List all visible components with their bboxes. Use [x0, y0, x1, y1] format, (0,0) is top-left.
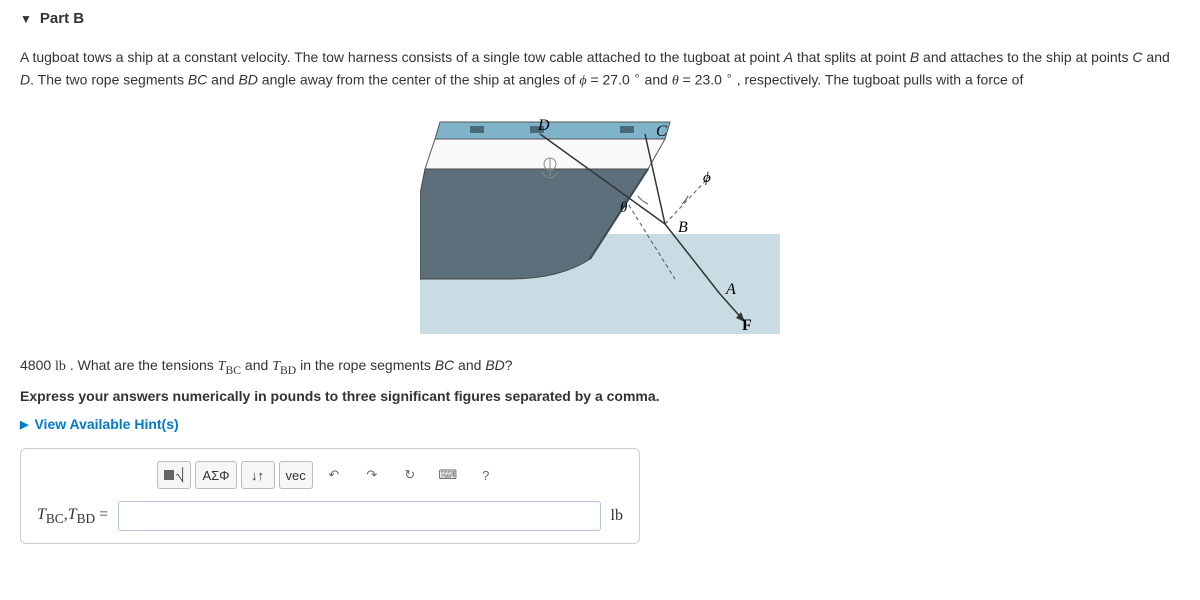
- ship-diagram: D C θ ϕ B A F: [420, 104, 780, 334]
- keyboard-button[interactable]: ⌨: [431, 461, 465, 489]
- diagram-label-a: A: [725, 281, 736, 298]
- templates-button[interactable]: ⎷: [157, 461, 191, 489]
- section-title: Part B: [40, 10, 84, 27]
- diagram-container: D C θ ϕ B A F: [20, 104, 1180, 334]
- diagram-label-phi: ϕ: [703, 170, 711, 186]
- diagram-label-f: F: [742, 317, 752, 334]
- problem-statement: A tugboat tows a ship at a constant velo…: [20, 47, 1180, 92]
- answer-box: ⎷ ΑΣΦ ↓↑ vec ↶ ↷ ↻ ⌨ ? TBC,TBD = lb: [20, 448, 640, 544]
- answer-input[interactable]: [118, 501, 600, 531]
- answer-variable-label: TBC,TBD =: [37, 506, 108, 527]
- diagram-label-c: C: [656, 123, 667, 140]
- reset-button[interactable]: ↻: [393, 461, 427, 489]
- diagram-label-theta: θ: [620, 200, 628, 216]
- view-hints-link[interactable]: ▶ View Available Hint(s): [20, 416, 1180, 432]
- sub-sup-button[interactable]: ↓↑: [241, 461, 275, 489]
- greek-letters-button[interactable]: ΑΣΦ: [195, 461, 236, 489]
- redo-button[interactable]: ↷: [355, 461, 389, 489]
- answer-row: TBC,TBD = lb: [37, 501, 623, 531]
- question-text: 4800 lb . What are the tensions TBC and …: [20, 354, 1180, 380]
- equation-toolbar: ⎷ ΑΣΦ ↓↑ vec ↶ ↷ ↻ ⌨ ?: [157, 461, 623, 489]
- square-icon: [164, 470, 174, 480]
- diagram-label-b: B: [678, 219, 688, 236]
- vec-button[interactable]: vec: [279, 461, 313, 489]
- collapse-arrow-icon: ▼: [20, 12, 32, 26]
- answer-unit: lb: [611, 507, 623, 525]
- answer-instruction: Express your answers numerically in poun…: [20, 388, 1180, 404]
- diagram-label-d: D: [537, 117, 550, 134]
- expand-arrow-icon: ▶: [20, 418, 28, 431]
- diagram-svg: D C θ ϕ B A F: [420, 104, 780, 334]
- undo-button[interactable]: ↶: [317, 461, 351, 489]
- help-button[interactable]: ?: [469, 461, 503, 489]
- section-header[interactable]: ▼ Part B: [20, 10, 1180, 27]
- hints-label: View Available Hint(s): [34, 416, 178, 432]
